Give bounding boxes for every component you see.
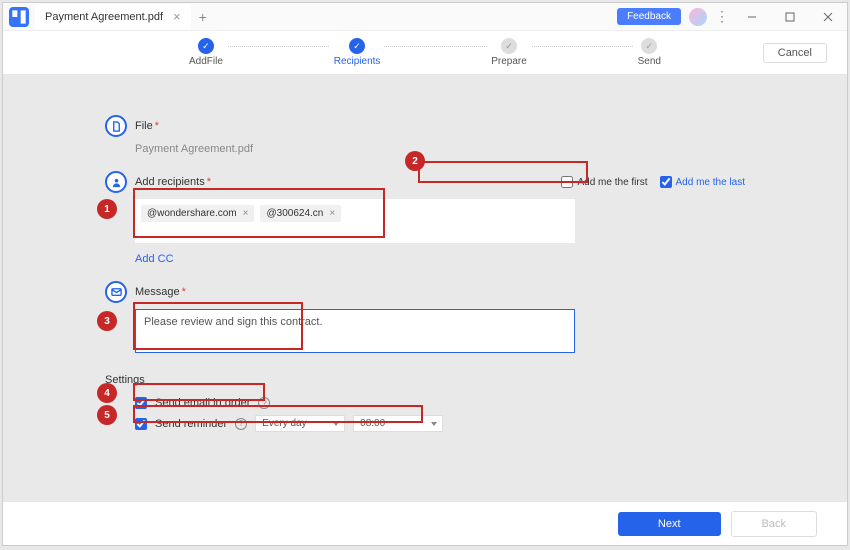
step-dot-icon: ✓ — [501, 38, 517, 54]
send-in-order-row: Send email in order ? — [135, 397, 745, 409]
content-area: File* Payment Agreement.pdf Add recipien… — [3, 75, 847, 501]
reminder-time-select[interactable]: 08:00 — [353, 415, 443, 432]
progress-stepper: ✓ AddFile ✓ Recipients ✓ Prepare ✓ Send — [185, 38, 665, 67]
remove-chip-icon[interactable]: × — [243, 208, 249, 219]
callout-3: 3 — [97, 311, 117, 331]
section-recipients: Add recipients* Add me the first Add me … — [105, 171, 745, 265]
tab-title: Payment Agreement.pdf — [45, 11, 163, 23]
send-reminder-row: Send reminder ? Every day 08:00 — [135, 415, 745, 432]
section-file: File* Payment Agreement.pdf — [105, 115, 745, 155]
back-button[interactable]: Back — [731, 511, 817, 537]
step-recipients[interactable]: ✓ Recipients — [330, 38, 385, 67]
close-window-icon[interactable] — [813, 5, 843, 29]
step-prepare[interactable]: ✓ Prepare — [487, 38, 531, 67]
message-icon — [105, 281, 127, 303]
window: Payment Agreement.pdf × + Feedback ⋮ ✓ A… — [2, 2, 848, 546]
cancel-button[interactable]: Cancel — [763, 43, 827, 63]
minimize-icon[interactable] — [737, 5, 767, 29]
callout-1: 1 — [97, 199, 117, 219]
footer: Next Back — [3, 501, 847, 545]
check-icon: ✓ — [349, 38, 365, 54]
callout-5: 5 — [97, 405, 117, 425]
add-me-last-checkbox[interactable]: Add me the last — [660, 176, 745, 188]
app-logo-icon — [9, 7, 29, 27]
send-reminder-checkbox[interactable] — [135, 418, 147, 430]
message-textarea[interactable]: Please review and sign this contract. — [135, 309, 575, 353]
check-icon: ✓ — [198, 38, 214, 54]
section-settings: Settings Send email in order ? Send remi… — [105, 369, 745, 432]
help-icon[interactable]: ? — [258, 397, 270, 409]
reminder-frequency-select[interactable]: Every day — [255, 415, 345, 432]
help-icon[interactable]: ? — [235, 418, 247, 430]
recipients-label: Add recipients* — [135, 176, 211, 188]
close-tab-icon[interactable]: × — [173, 9, 181, 24]
recipient-chip[interactable]: @300624.cn × — [260, 205, 341, 222]
file-name-text: Payment Agreement.pdf — [135, 143, 745, 155]
profile-avatar-icon[interactable] — [689, 8, 707, 26]
section-message: Message* Please review and sign this con… — [105, 281, 745, 353]
titlebar-right: Feedback ⋮ — [617, 5, 847, 29]
next-button[interactable]: Next — [618, 512, 721, 536]
file-label: File* — [135, 120, 159, 132]
callout-4: 4 — [97, 383, 117, 403]
feedback-button[interactable]: Feedback — [617, 8, 681, 25]
toolbar: ✓ AddFile ✓ Recipients ✓ Prepare ✓ Send … — [3, 31, 847, 75]
document-tab[interactable]: Payment Agreement.pdf × — [35, 4, 191, 29]
kebab-menu-icon[interactable]: ⋮ — [715, 8, 729, 25]
recipients-input[interactable]: @wondershare.com × @300624.cn × — [135, 199, 575, 243]
add-me-first-checkbox[interactable]: Add me the first — [561, 176, 647, 188]
titlebar: Payment Agreement.pdf × + Feedback ⋮ — [3, 3, 847, 31]
step-dot-icon: ✓ — [641, 38, 657, 54]
remove-chip-icon[interactable]: × — [329, 208, 335, 219]
add-tab-icon[interactable]: + — [199, 9, 207, 25]
maximize-icon[interactable] — [775, 5, 805, 29]
add-me-options: Add me the first Add me the last — [561, 176, 745, 188]
step-send[interactable]: ✓ Send — [634, 38, 665, 67]
add-cc-link[interactable]: Add CC — [135, 253, 174, 265]
recipient-chip[interactable]: @wondershare.com × — [141, 205, 254, 222]
message-label: Message* — [135, 286, 186, 298]
step-addfile[interactable]: ✓ AddFile — [185, 38, 227, 67]
send-in-order-checkbox[interactable] — [135, 397, 147, 409]
file-icon — [105, 115, 127, 137]
user-icon — [105, 171, 127, 193]
callout-2: 2 — [405, 151, 425, 171]
